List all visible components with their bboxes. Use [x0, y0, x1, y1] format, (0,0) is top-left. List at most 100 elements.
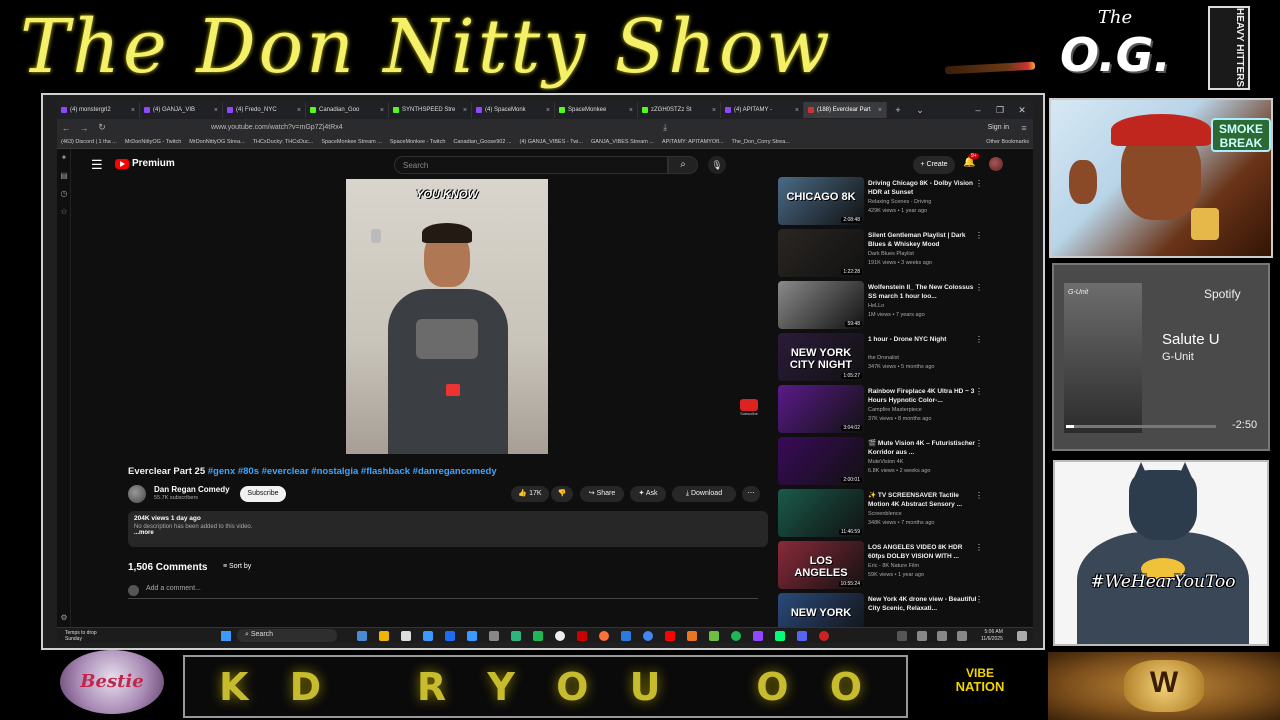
bookmark-icon[interactable]: ☆	[57, 203, 71, 221]
obs-icon[interactable]	[555, 631, 565, 641]
more-options-icon[interactable]: ⋮	[975, 387, 983, 396]
close-tab-icon[interactable]: ×	[710, 107, 716, 114]
weather-widget[interactable]: Temps to drop Sunday	[57, 630, 147, 642]
tab-list-chevron-icon[interactable]: ⌄	[909, 105, 931, 116]
video-thumbnail[interactable]: 3:04:02	[778, 385, 864, 433]
windows-start-icon[interactable]	[221, 631, 231, 641]
recommended-channel[interactable]: HeLLo	[868, 303, 978, 309]
recommended-channel[interactable]: Dark Blues Playlist	[868, 251, 978, 257]
network-icon[interactable]	[917, 631, 927, 641]
settings-icon[interactable]: ⚙	[57, 609, 71, 627]
close-tab-icon[interactable]: ×	[212, 107, 218, 114]
maximize-icon[interactable]: ❐	[989, 105, 1011, 116]
notepad-icon[interactable]	[401, 631, 411, 641]
kick-icon[interactable]	[709, 631, 719, 641]
ai-assistant-icon[interactable]: ✦	[57, 149, 71, 167]
channel-avatar[interactable]	[128, 485, 146, 503]
recommended-video[interactable]: NEW YORK New York 4K drone view - Beautif…	[778, 593, 1028, 627]
account-avatar[interactable]	[989, 157, 1003, 171]
recommended-channel[interactable]: MuteVision 4K	[868, 459, 978, 465]
back-icon[interactable]: ←	[57, 123, 75, 133]
minimize-icon[interactable]: –	[967, 105, 989, 115]
browser-tab[interactable]: SYNTHSPEED Stre ×	[389, 102, 472, 118]
firefox-icon[interactable]	[599, 631, 609, 641]
download-icon[interactable]: ⤓	[656, 122, 674, 133]
url-field[interactable]: www.youtube.com/watch?v=mGp7Zj4tRx4	[211, 124, 343, 131]
recommended-title[interactable]: 1 hour - Drone NYC Night	[868, 335, 978, 344]
more-options-icon[interactable]: ⋮	[975, 335, 983, 344]
battery-icon[interactable]	[957, 631, 967, 641]
more-options-icon[interactable]: ⋮	[975, 283, 983, 292]
close-window-icon[interactable]: ✕	[1011, 105, 1033, 116]
close-tab-icon[interactable]: ×	[876, 107, 882, 114]
download-button[interactable]: ⤓ Download	[672, 486, 736, 502]
browser-tab[interactable]: (4) Fredo_NYC ×	[223, 102, 306, 118]
bookmark-item[interactable]: (463) Discord | 1 tha ...	[57, 139, 121, 145]
new-tab-icon[interactable]: +	[887, 105, 909, 115]
volume-icon[interactable]	[937, 631, 947, 641]
taskbar-search[interactable]: ⌕ Search	[237, 629, 337, 642]
video-thumbnail[interactable]: LOS ANGELES 10:55:24	[778, 541, 864, 589]
subscribe-watermark[interactable]: Subscribe	[739, 399, 759, 417]
bookmark-item[interactable]: Canadian_Goose902 ...	[449, 139, 515, 145]
recommended-video[interactable]: 11:46:59 ✨ TV SCREENSAVER Tactile Motion …	[778, 489, 1028, 539]
more-options-icon[interactable]: ⋮	[975, 543, 983, 552]
create-button[interactable]: + Create	[913, 156, 955, 174]
video-thumbnail[interactable]: NEW YORK CITY NIGHT 1:05:27	[778, 333, 864, 381]
twitch-icon[interactable]	[753, 631, 763, 641]
sign-in-button[interactable]: Sign in	[988, 124, 1009, 131]
browser-tab[interactable]: (4) monstergrl2 ×	[57, 102, 140, 118]
video-hashtags[interactable]: #genx #80s #everclear #nostalgia #flashb…	[208, 466, 497, 477]
recommended-title[interactable]: Rainbow Fireplace 4K Ultra HD ~ 3 Hours …	[868, 387, 978, 405]
microphone-icon[interactable]: 🎙	[708, 156, 726, 174]
add-comment-input[interactable]: Add a comment...	[128, 585, 758, 599]
discord-icon[interactable]	[797, 631, 807, 641]
recommended-channel[interactable]: Relaxing Scenes - Driving	[868, 199, 978, 205]
share-button[interactable]: ↪ Share	[580, 486, 624, 502]
recorder-icon[interactable]	[819, 631, 829, 641]
browser-tab[interactable]: (4) APITAMY - ×	[721, 102, 804, 118]
recommended-title[interactable]: LOS ANGELES VIDEO 8K HDR 60fps DOLBY VIS…	[868, 543, 978, 561]
browser-tab-active[interactable]: (188) Everclear Part ×	[804, 102, 887, 118]
chrome-icon[interactable]	[643, 631, 653, 641]
bookmark-item[interactable]: SpaceMonkee Stream ...	[317, 139, 386, 145]
spotify-taskbar-icon[interactable]	[731, 631, 741, 641]
bookmark-item[interactable]: MrDonNittyOG - Twitch	[121, 139, 185, 145]
recommended-title[interactable]: 🎬 Mute Vision 4K – Futuristischer Korrid…	[868, 439, 978, 457]
recommended-title[interactable]: Wolfenstein II_ The New Colossus SS marc…	[868, 283, 978, 301]
calculator-icon[interactable]	[489, 631, 499, 641]
video-thumbnail[interactable]: 1:22:28	[778, 229, 864, 277]
video-thumbnail[interactable]: CHICAGO 8K 2:08:48	[778, 177, 864, 225]
forward-icon[interactable]: →	[75, 123, 93, 133]
recommended-video[interactable]: NEW YORK CITY NIGHT 1:05:27 1 hour - Drone…	[778, 333, 1028, 383]
recommended-video[interactable]: CHICAGO 8K 2:08:48 Driving Chicago 8K - Do…	[778, 177, 1028, 227]
video-player[interactable]: YOU KNOW	[346, 179, 548, 454]
recommended-title[interactable]: Silent Gentleman Playlist | Dark Blues &…	[868, 231, 978, 249]
video-thumbnail[interactable]: NEW YORK	[778, 593, 864, 627]
bookmark-item[interactable]: THCxDucky: THCxDuc...	[249, 139, 318, 145]
mail-icon[interactable]	[423, 631, 433, 641]
youtube-logo[interactable]: Premium	[115, 158, 175, 169]
recommended-video[interactable]: 2:00:01 🎬 Mute Vision 4K – Futuristischer…	[778, 437, 1028, 487]
dislike-button[interactable]: 👎	[551, 486, 573, 502]
file-explorer-icon[interactable]	[379, 631, 389, 641]
task-view-icon[interactable]	[357, 631, 367, 641]
recommended-channel[interactable]: the Dronalist	[868, 355, 978, 361]
recommended-channel[interactable]: Campfire Masterpiece	[868, 407, 978, 413]
more-options-icon[interactable]: ⋮	[975, 231, 983, 240]
brave-icon[interactable]	[687, 631, 697, 641]
recommended-channel[interactable]: Eric - 8K Nature Film	[868, 563, 978, 569]
recommended-title[interactable]: Driving Chicago 8K - Dolby Vision HDR at…	[868, 179, 978, 197]
description-more-link[interactable]: ...more	[134, 530, 762, 536]
store-icon[interactable]	[511, 631, 521, 641]
youtube-app-icon[interactable]	[665, 631, 675, 641]
other-bookmarks[interactable]: Other Bookmarks	[982, 139, 1033, 145]
close-tab-icon[interactable]: ×	[378, 107, 384, 114]
bookmark-item[interactable]: GANJA_VIBES Stream ...	[587, 139, 658, 145]
recommended-video[interactable]: 3:04:02 Rainbow Fireplace 4K Ultra HD ~ 3…	[778, 385, 1028, 435]
video-thumbnail[interactable]: 11:46:59	[778, 489, 864, 537]
history-icon[interactable]: ◷	[57, 185, 71, 203]
subscribe-button[interactable]: Subscribe	[240, 486, 286, 502]
browser-tab[interactable]: SpaceMonkee ×	[555, 102, 638, 118]
more-options-icon[interactable]: ⋮	[975, 179, 983, 188]
